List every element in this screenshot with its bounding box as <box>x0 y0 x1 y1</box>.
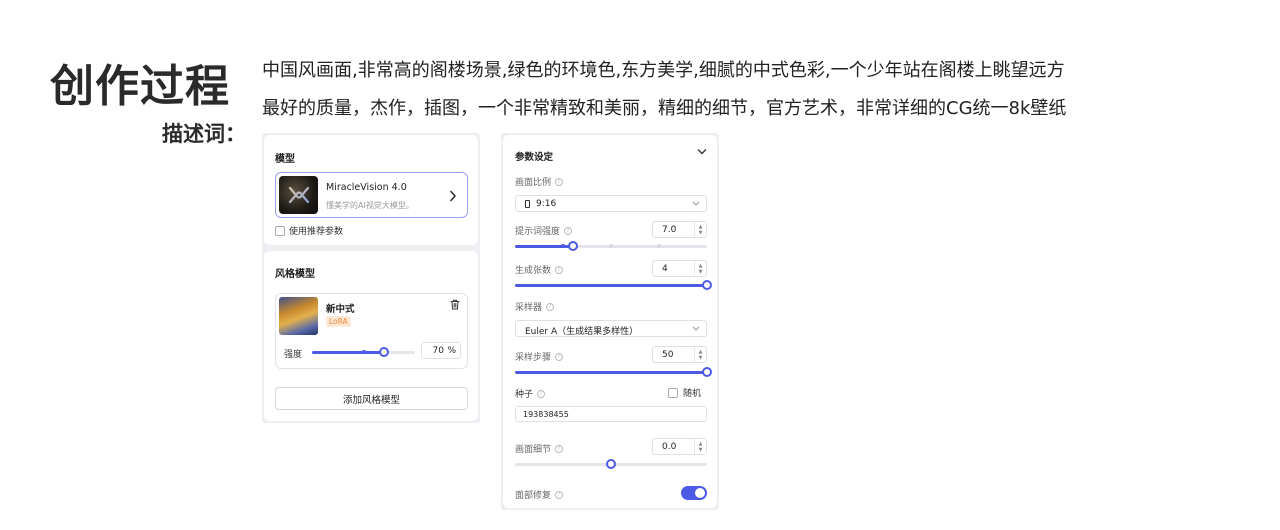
use-recommended-params-option[interactable]: 使用推荐参数 <box>275 224 343 237</box>
slider-handle[interactable] <box>702 280 712 290</box>
slider-tick <box>657 244 661 248</box>
count-input[interactable]: 4 ▲ ▼ <box>652 260 707 277</box>
detail-label: 画面细节 <box>515 445 552 455</box>
steps-stepper[interactable]: ▲ ▼ <box>694 347 706 362</box>
face-fix-label-row: 面部修复 ? <box>515 488 564 501</box>
detail-value: 0.0 <box>662 442 677 452</box>
seed-random-option[interactable]: 随机 <box>668 386 701 399</box>
count-label: 生成张数 <box>515 266 552 276</box>
lora-thumbnail <box>279 297 318 335</box>
strength-label: 强度 <box>284 350 303 360</box>
sampler-value: Euler A（生成结果多样性） <box>525 327 639 337</box>
count-label-row: 生成张数 ? <box>515 263 564 276</box>
count-stepper[interactable]: ▲ ▼ <box>694 261 706 276</box>
aspect-ratio-select[interactable]: 9:16 <box>515 195 707 212</box>
question-circle-icon[interactable]: ? <box>555 265 564 274</box>
parameter-panel-title: 参数设定 <box>515 152 554 163</box>
strength-slider[interactable] <box>312 347 415 357</box>
strength-unit: % <box>447 346 456 356</box>
page-title: 创作过程 <box>50 61 230 112</box>
face-fix-toggle-knob <box>695 488 705 498</box>
question-circle-icon[interactable]: ? <box>555 352 564 361</box>
parameter-panel-body: 参数设定 画面比例 ? 9:16 提示词强度 ? 7.0 ▲▼ 生成张数 ? <box>503 135 717 508</box>
miraclevision-logo-icon <box>288 186 309 204</box>
steps-input[interactable]: 50 ▲ ▼ <box>652 346 707 363</box>
count-slider[interactable] <box>515 280 712 290</box>
prompt-strength-slider[interactable] <box>515 241 707 251</box>
model-card-title: 模型 <box>275 154 295 165</box>
aspect-ratio-value: 9:16 <box>536 199 557 209</box>
slider-handle[interactable] <box>606 459 616 469</box>
detail-input[interactable]: 0.0 ▲ ▼ <box>652 438 707 455</box>
detail-label-row: 画面细节 ? <box>515 442 564 455</box>
prompt-text-line-1: 中国风画面,非常高的阁楼场景,绿色的环境色,东方美学,细腻的中式色彩,一个少年站… <box>262 60 1065 81</box>
sampler-select[interactable]: Euler A（生成结果多样性） <box>515 320 707 337</box>
question-circle-icon[interactable]: ? <box>555 177 564 186</box>
seed-label: 种子 <box>515 390 534 400</box>
strength-slider-tick <box>361 350 366 354</box>
question-circle-icon[interactable]: ? <box>564 226 573 235</box>
prompt-strength-label-row: 提示词强度 ? <box>515 224 573 237</box>
face-fix-toggle[interactable] <box>681 486 707 500</box>
slider-fill <box>515 245 573 248</box>
chevron-down-icon <box>692 326 700 331</box>
style-card-title: 风格模型 <box>275 269 315 280</box>
chevron-right-icon <box>450 190 456 202</box>
aspect-ratio-label-row: 画面比例 ? <box>515 175 564 188</box>
lora-badge: LoRA <box>326 316 351 327</box>
face-fix-label: 面部修复 <box>515 491 552 501</box>
model-description: 懂美学的AI视觉大模型。 <box>326 201 414 210</box>
seed-label-row: 种子 ? <box>515 387 546 400</box>
question-circle-icon[interactable]: ? <box>555 444 564 453</box>
use-recommended-checkbox[interactable] <box>275 225 285 236</box>
lora-item: 新中式 LoRA 强度 70 % <box>275 293 468 369</box>
strength-input[interactable]: 70 % <box>421 342 461 359</box>
seed-value: 193838455 <box>523 410 569 419</box>
slider-tick <box>609 244 613 248</box>
steps-value: 50 <box>662 350 674 360</box>
slider-handle[interactable] <box>567 241 578 251</box>
trash-icon[interactable] <box>450 299 460 310</box>
count-value: 4 <box>662 264 668 274</box>
sampler-label: 采样器 <box>515 303 543 313</box>
strength-slider-handle[interactable] <box>379 347 390 357</box>
detail-slider[interactable] <box>515 459 707 469</box>
steps-slider[interactable] <box>515 367 712 377</box>
strength-slider-fill <box>312 351 385 354</box>
steps-label-row: 采样步骤 ? <box>515 350 564 363</box>
seed-input[interactable]: 193838455 <box>515 406 707 422</box>
question-circle-icon[interactable]: ? <box>537 389 546 398</box>
model-thumbnail <box>279 176 318 214</box>
model-name: MiracleVision 4.0 <box>326 182 407 193</box>
chevron-down-icon <box>692 201 700 206</box>
prompt-strength-value: 7.0 <box>662 225 677 235</box>
portrait-ratio-icon <box>525 200 530 208</box>
question-circle-icon[interactable]: ? <box>555 490 564 499</box>
seed-random-checkbox[interactable] <box>668 387 678 398</box>
use-recommended-label: 使用推荐参数 <box>289 227 344 237</box>
aspect-ratio-label: 画面比例 <box>515 178 552 188</box>
chevron-down-icon[interactable] <box>697 148 707 156</box>
slider-fill <box>515 371 707 374</box>
prompt-strength-stepper[interactable]: ▲ ▼ <box>694 222 706 237</box>
prompt-strength-label: 提示词强度 <box>515 227 561 237</box>
prompt-heading: 描述词： <box>162 122 246 146</box>
strength-value: 70 <box>432 346 444 356</box>
seed-random-label: 随机 <box>683 389 702 399</box>
slider-handle[interactable] <box>702 367 712 377</box>
slider-fill <box>515 284 707 287</box>
model-selector[interactable]: MiracleVision 4.0 懂美学的AI视觉大模型。 <box>275 172 468 218</box>
prompt-strength-input[interactable]: 7.0 ▲ ▼ <box>652 221 707 238</box>
style-model-card: 风格模型 新中式 LoRA 强度 70 % 添加风格模型 <box>264 251 478 421</box>
question-circle-icon[interactable]: ? <box>546 302 555 311</box>
lora-name: 新中式 <box>326 304 355 315</box>
model-card: 模型 MiracleVision 4.0 懂美学的AI视觉大模型。 使用推荐参数 <box>264 135 478 245</box>
steps-label: 采样步骤 <box>515 353 552 363</box>
parameter-panel: 参数设定 画面比例 ? 9:16 提示词强度 ? 7.0 ▲▼ 生成张数 ? <box>501 133 719 510</box>
detail-stepper[interactable]: ▲ ▼ <box>694 439 706 454</box>
sampler-label-row: 采样器 ? <box>515 300 555 313</box>
left-settings-column: 模型 MiracleVision 4.0 懂美学的AI视觉大模型。 使用推荐参数… <box>262 133 480 423</box>
prompt-text-line-2: 最好的质量，杰作，插图，一个非常精致和美丽，精细的细节，官方艺术，非常详细的CG… <box>262 98 1067 119</box>
add-style-model-button[interactable]: 添加风格模型 <box>275 387 468 410</box>
